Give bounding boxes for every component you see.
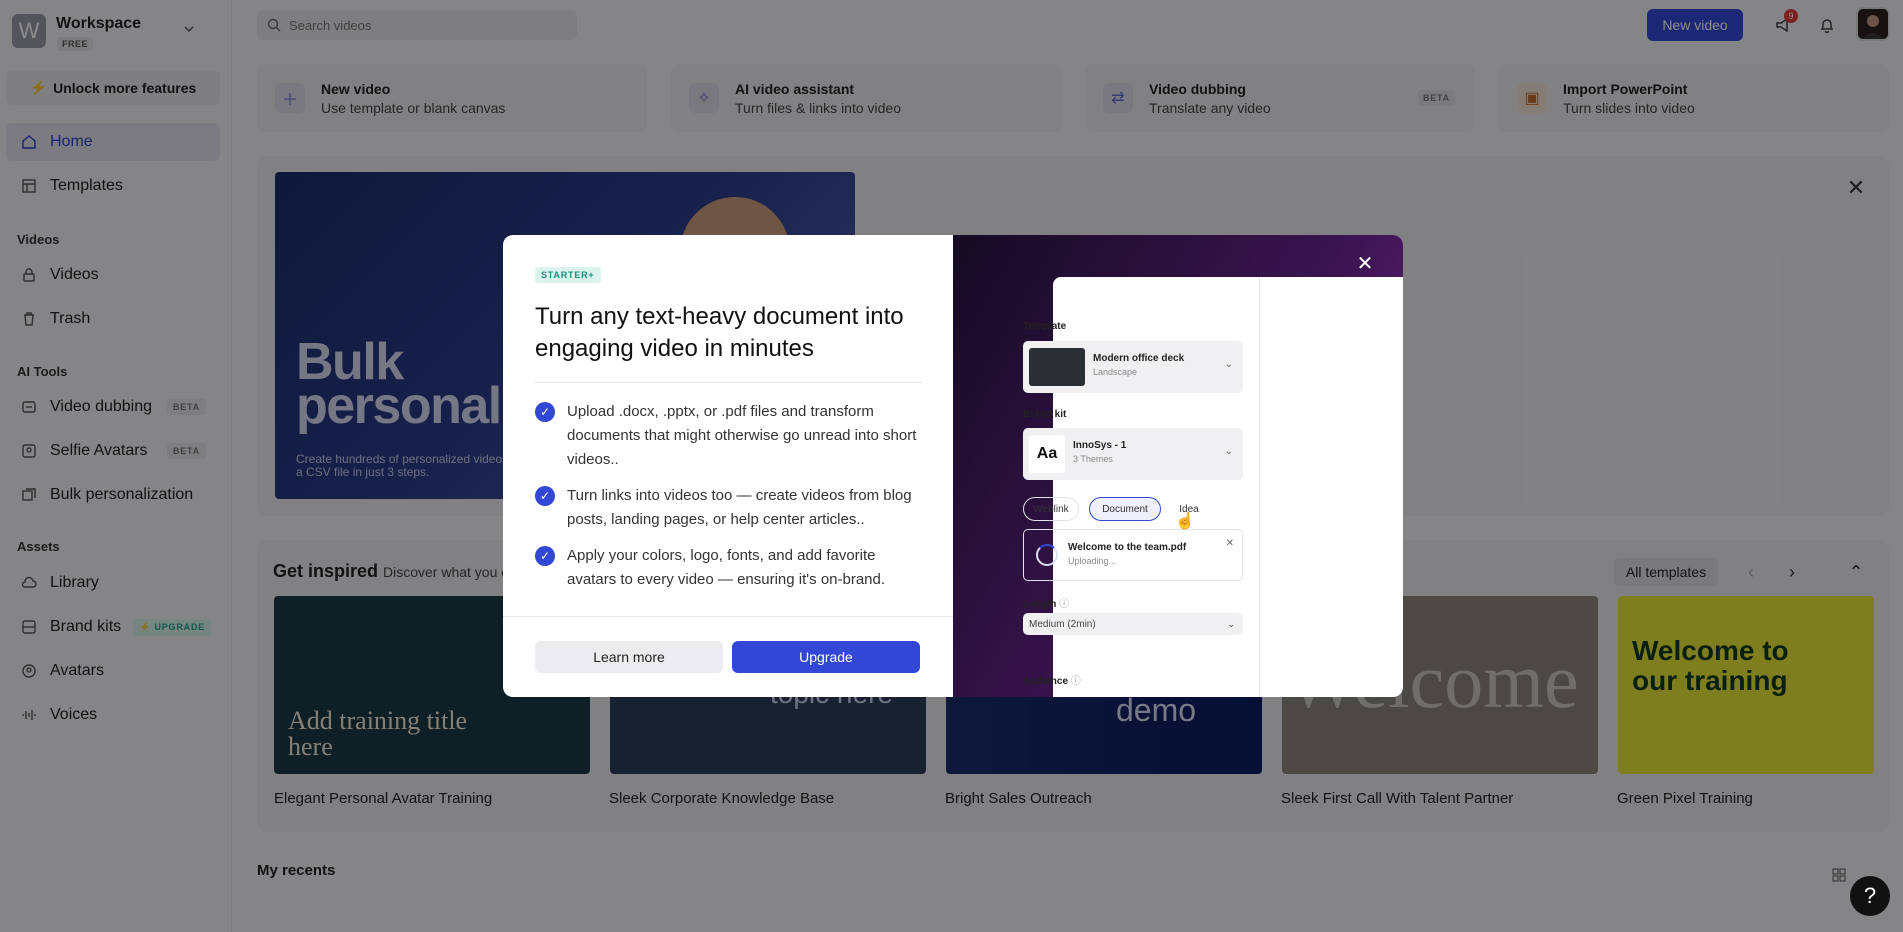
tab-weblink: Weblink	[1023, 497, 1079, 521]
brand-kit-themes: 3 Themes	[1073, 454, 1113, 464]
chevron-down-icon: ⌄	[1224, 446, 1233, 457]
close-icon[interactable]: ✕	[1353, 251, 1377, 275]
length-label: Length ⓘ	[1023, 595, 1069, 610]
modal-title: Turn any text-heavy document into engagi…	[535, 303, 904, 362]
info-icon: ⓘ	[1059, 599, 1070, 610]
divider	[535, 382, 923, 383]
uploading-file: Welcome to the team.pdf Uploading... ✕	[1023, 529, 1243, 581]
length-select: Medium (2min) ⌄	[1023, 613, 1243, 635]
length-value: Medium (2min)	[1029, 618, 1096, 630]
audience-label-text: Audience	[1023, 676, 1069, 687]
check-icon: ✓	[535, 486, 555, 506]
info-icon: ⓘ	[1070, 676, 1081, 687]
feature-bullet: ✓ Upload .docx, .pptx, or .pdf files and…	[535, 400, 925, 472]
template-thumbnail	[1029, 348, 1085, 386]
tab-document: Document	[1089, 497, 1161, 521]
upgrade-button[interactable]: Upgrade	[732, 641, 920, 673]
check-icon: ✓	[535, 402, 555, 422]
brand-kit-name: InnoSys - 1	[1073, 440, 1127, 451]
bullet-text: Apply your colors, logo, fonts, and add …	[567, 547, 886, 588]
brand-glyph: Aa	[1029, 435, 1065, 473]
close-icon: ✕	[1225, 538, 1234, 549]
spinner-icon	[1036, 544, 1058, 566]
template-select: Modern office deck Landscape ⌄	[1023, 341, 1243, 393]
bullet-text: Turn links into videos too — create vide…	[567, 487, 912, 528]
length-label-text: Length	[1023, 599, 1057, 610]
upload-status: Uploading...	[1068, 556, 1117, 566]
modal-content: STARTER+ Turn any text-heavy document in…	[503, 235, 953, 697]
brand-kit-label: Brand kit	[1023, 409, 1067, 420]
learn-more-button[interactable]: Learn more	[535, 641, 723, 673]
file-name: Welcome to the team.pdf	[1068, 542, 1187, 553]
template-name: Modern office deck	[1093, 353, 1185, 364]
cursor-icon: ☝	[1175, 513, 1195, 530]
feature-bullet: ✓ Turn links into videos too — create vi…	[535, 484, 925, 532]
help-button[interactable]: ?	[1850, 876, 1890, 916]
template-label: Template	[1023, 321, 1067, 332]
plan-badge: STARTER+	[535, 267, 601, 283]
template-format: Landscape	[1093, 367, 1138, 377]
chevron-down-icon: ⌄	[1224, 359, 1233, 370]
uploading-file-text: Welcome to the team.pdf Uploading...	[1068, 542, 1186, 566]
audience-label: Audience ⓘ	[1023, 672, 1081, 687]
upgrade-modal: STARTER+ Turn any text-heavy document in…	[503, 235, 1403, 697]
divider	[503, 616, 953, 617]
bullet-text: Upload .docx, .pptx, or .pdf files and t…	[567, 403, 917, 468]
template-select-text: Modern office deck Landscape	[1093, 353, 1184, 377]
chevron-down-icon: ⌄	[1227, 618, 1235, 629]
brand-kit-select: Aa InnoSys - 1 3 Themes ⌄	[1023, 428, 1243, 480]
feature-bullet: ✓ Apply your colors, logo, fonts, and ad…	[535, 544, 925, 592]
divider	[1259, 277, 1260, 697]
check-icon: ✓	[535, 546, 555, 566]
brand-kit-select-text: InnoSys - 1 3 Themes	[1073, 440, 1126, 464]
